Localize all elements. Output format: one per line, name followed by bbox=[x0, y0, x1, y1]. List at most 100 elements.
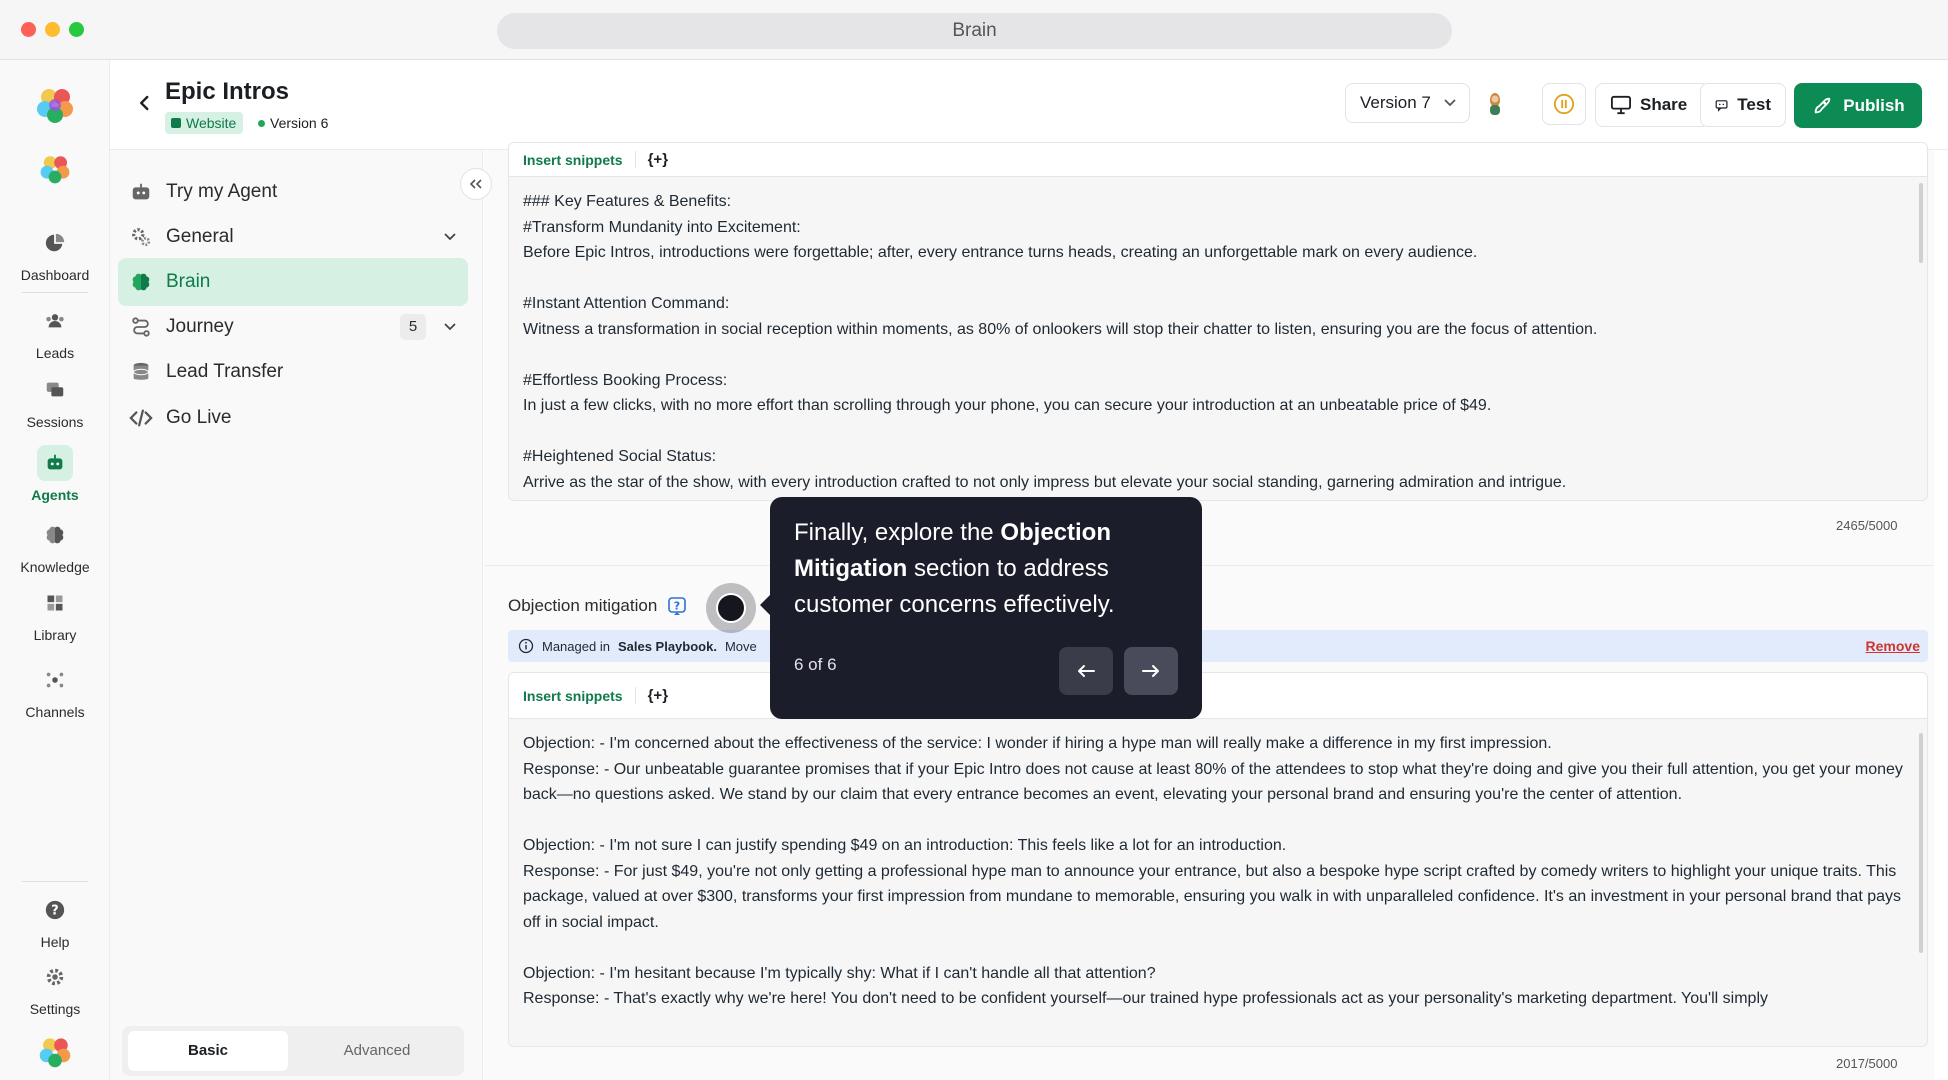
features-textarea[interactable]: ### Key Features & Benefits: #Transform … bbox=[509, 177, 1927, 500]
pause-button[interactable] bbox=[1542, 83, 1586, 125]
pie-chart-icon bbox=[45, 233, 65, 252]
question-help-icon[interactable]: ? bbox=[667, 596, 687, 616]
rail-item-knowledge[interactable]: Knowledge bbox=[0, 517, 110, 575]
tour-tooltip: Finally, explore the Objection Mitigatio… bbox=[760, 497, 1202, 719]
workspace-logo-icon[interactable] bbox=[39, 153, 71, 185]
nav-item-journey[interactable]: Journey 5 bbox=[118, 303, 468, 351]
managed-prefix: Managed in bbox=[542, 638, 610, 654]
rail-item-leads[interactable]: Leads bbox=[0, 303, 110, 361]
tour-hotspot[interactable] bbox=[706, 583, 756, 633]
collapse-sidebar-button[interactable] bbox=[460, 168, 492, 200]
arrow-right-icon bbox=[1142, 665, 1159, 677]
advanced-mode-tab[interactable]: Advanced bbox=[297, 1031, 457, 1071]
page-title: Epic Intros bbox=[165, 78, 290, 105]
rail-item-dashboard[interactable]: Dashboard bbox=[0, 225, 110, 283]
rail-item-label: Dashboard bbox=[20, 267, 90, 283]
rail-item-label: Library bbox=[33, 627, 77, 643]
app-rail: Dashboard Leads Sessions Agents Knowledg… bbox=[0, 60, 110, 1080]
rail-item-library[interactable]: Library bbox=[0, 585, 110, 643]
rail-item-label: Knowledge bbox=[20, 559, 90, 575]
journey-count-badge: 5 bbox=[400, 314, 426, 340]
nav-item-label: Go Live bbox=[166, 407, 232, 428]
maximize-window-button[interactable] bbox=[69, 22, 84, 37]
chat-bot-icon bbox=[1715, 100, 1728, 112]
nav-item-brain[interactable]: Brain bbox=[118, 258, 468, 306]
nav-item-label: Try my Agent bbox=[166, 181, 278, 202]
objection-mitigation-title: Objection mitigation bbox=[508, 596, 658, 615]
chevron-down-icon bbox=[444, 323, 456, 331]
objection-textarea[interactable]: Objection: - I'm concerned about the eff… bbox=[509, 719, 1927, 1024]
robot-icon bbox=[132, 183, 150, 200]
nav-item-try-my-agent[interactable]: Try my Agent bbox=[118, 168, 468, 216]
managed-source-link[interactable]: Sales Playbook. bbox=[618, 639, 717, 654]
rail-item-label: Channels bbox=[25, 704, 85, 720]
rail-item-channels[interactable]: Channels bbox=[0, 662, 110, 720]
channel-badge-label: Website bbox=[186, 115, 237, 131]
rail-item-agents[interactable]: Agents bbox=[0, 445, 110, 503]
tooltip-arrow bbox=[760, 595, 770, 615]
pause-icon bbox=[1553, 93, 1575, 115]
user-avatar[interactable] bbox=[1482, 90, 1508, 116]
nav-item-general[interactable]: General bbox=[118, 213, 468, 261]
rail-item-settings[interactable]: Settings bbox=[0, 959, 110, 1017]
gear-icon bbox=[46, 968, 64, 986]
minimize-window-button[interactable] bbox=[45, 22, 60, 37]
version-select[interactable]: Version 7 bbox=[1345, 83, 1470, 123]
info-icon bbox=[518, 638, 534, 654]
remove-link[interactable]: Remove bbox=[1866, 638, 1920, 654]
brain-icon bbox=[46, 526, 64, 544]
test-button[interactable]: Test bbox=[1700, 83, 1786, 127]
rail-item-label: Sessions bbox=[26, 414, 84, 430]
gears-icon bbox=[132, 228, 151, 247]
tour-hotspot-dot bbox=[716, 593, 746, 623]
live-version-label: Version 6 bbox=[270, 115, 329, 131]
rail-item-help[interactable]: ? Help bbox=[0, 892, 110, 950]
live-status-dot bbox=[258, 119, 265, 127]
scrollbar-thumb[interactable] bbox=[1919, 183, 1923, 263]
nav-item-label: Brain bbox=[166, 271, 211, 292]
insert-variable-button[interactable]: {+} bbox=[634, 151, 668, 168]
close-window-button[interactable] bbox=[21, 22, 36, 37]
robot-icon bbox=[47, 454, 63, 470]
insert-variable-button[interactable]: {+} bbox=[634, 687, 668, 704]
svg-text:?: ? bbox=[51, 904, 58, 919]
editor-toolbar: Insert snippets {+} bbox=[509, 143, 1927, 177]
nav-item-lead-transfer[interactable]: Lead Transfer bbox=[118, 348, 468, 396]
agent-sidebar: Try my Agent General Brain Journey 5 Lea… bbox=[110, 150, 483, 1080]
features-editor: Insert snippets {+} ### Key Features & B… bbox=[508, 142, 1928, 501]
share-button[interactable]: Share bbox=[1595, 83, 1709, 127]
double-chevron-left-icon bbox=[469, 179, 482, 189]
address-bar[interactable]: Brain bbox=[497, 13, 1452, 49]
brain-icon bbox=[132, 273, 150, 291]
tour-message: Finally, explore the Objection Mitigatio… bbox=[794, 515, 1178, 623]
network-icon bbox=[46, 672, 64, 688]
svg-text:?: ? bbox=[674, 600, 680, 613]
grid-icon bbox=[47, 595, 63, 611]
char-count: 2465/5000 bbox=[1836, 518, 1898, 533]
share-button-label: Share bbox=[1640, 95, 1688, 114]
route-icon bbox=[132, 317, 150, 337]
publish-button-label: Publish bbox=[1843, 95, 1905, 115]
tour-step-counter: 6 of 6 bbox=[794, 655, 837, 674]
help-icon: ? bbox=[45, 900, 65, 920]
scrollbar-thumb[interactable] bbox=[1919, 733, 1923, 953]
channel-badge: Website bbox=[165, 112, 244, 134]
rail-divider bbox=[22, 881, 88, 882]
version-select-value: Version 7 bbox=[1360, 93, 1431, 112]
rail-item-label: Help bbox=[40, 934, 70, 950]
nav-item-go-live[interactable]: Go Live bbox=[118, 394, 468, 442]
insert-snippets-link[interactable]: Insert snippets bbox=[523, 152, 623, 168]
tour-previous-button[interactable] bbox=[1059, 647, 1113, 695]
rail-item-sessions[interactable]: Sessions bbox=[0, 372, 110, 430]
app-logo-icon[interactable] bbox=[35, 85, 75, 125]
brain-editor-panel: Insert snippets {+} ### Key Features & B… bbox=[484, 142, 1948, 1080]
insert-snippets-link[interactable]: Insert snippets bbox=[523, 688, 623, 704]
database-icon bbox=[133, 362, 149, 380]
basic-mode-tab[interactable]: Basic bbox=[128, 1031, 288, 1071]
arrow-left-icon bbox=[1078, 665, 1095, 677]
back-button[interactable] bbox=[130, 88, 160, 118]
user-avatar-logo-icon[interactable] bbox=[38, 1035, 72, 1069]
publish-button[interactable]: Publish bbox=[1794, 83, 1922, 128]
rail-divider bbox=[22, 292, 88, 293]
tour-next-button[interactable] bbox=[1124, 647, 1178, 695]
